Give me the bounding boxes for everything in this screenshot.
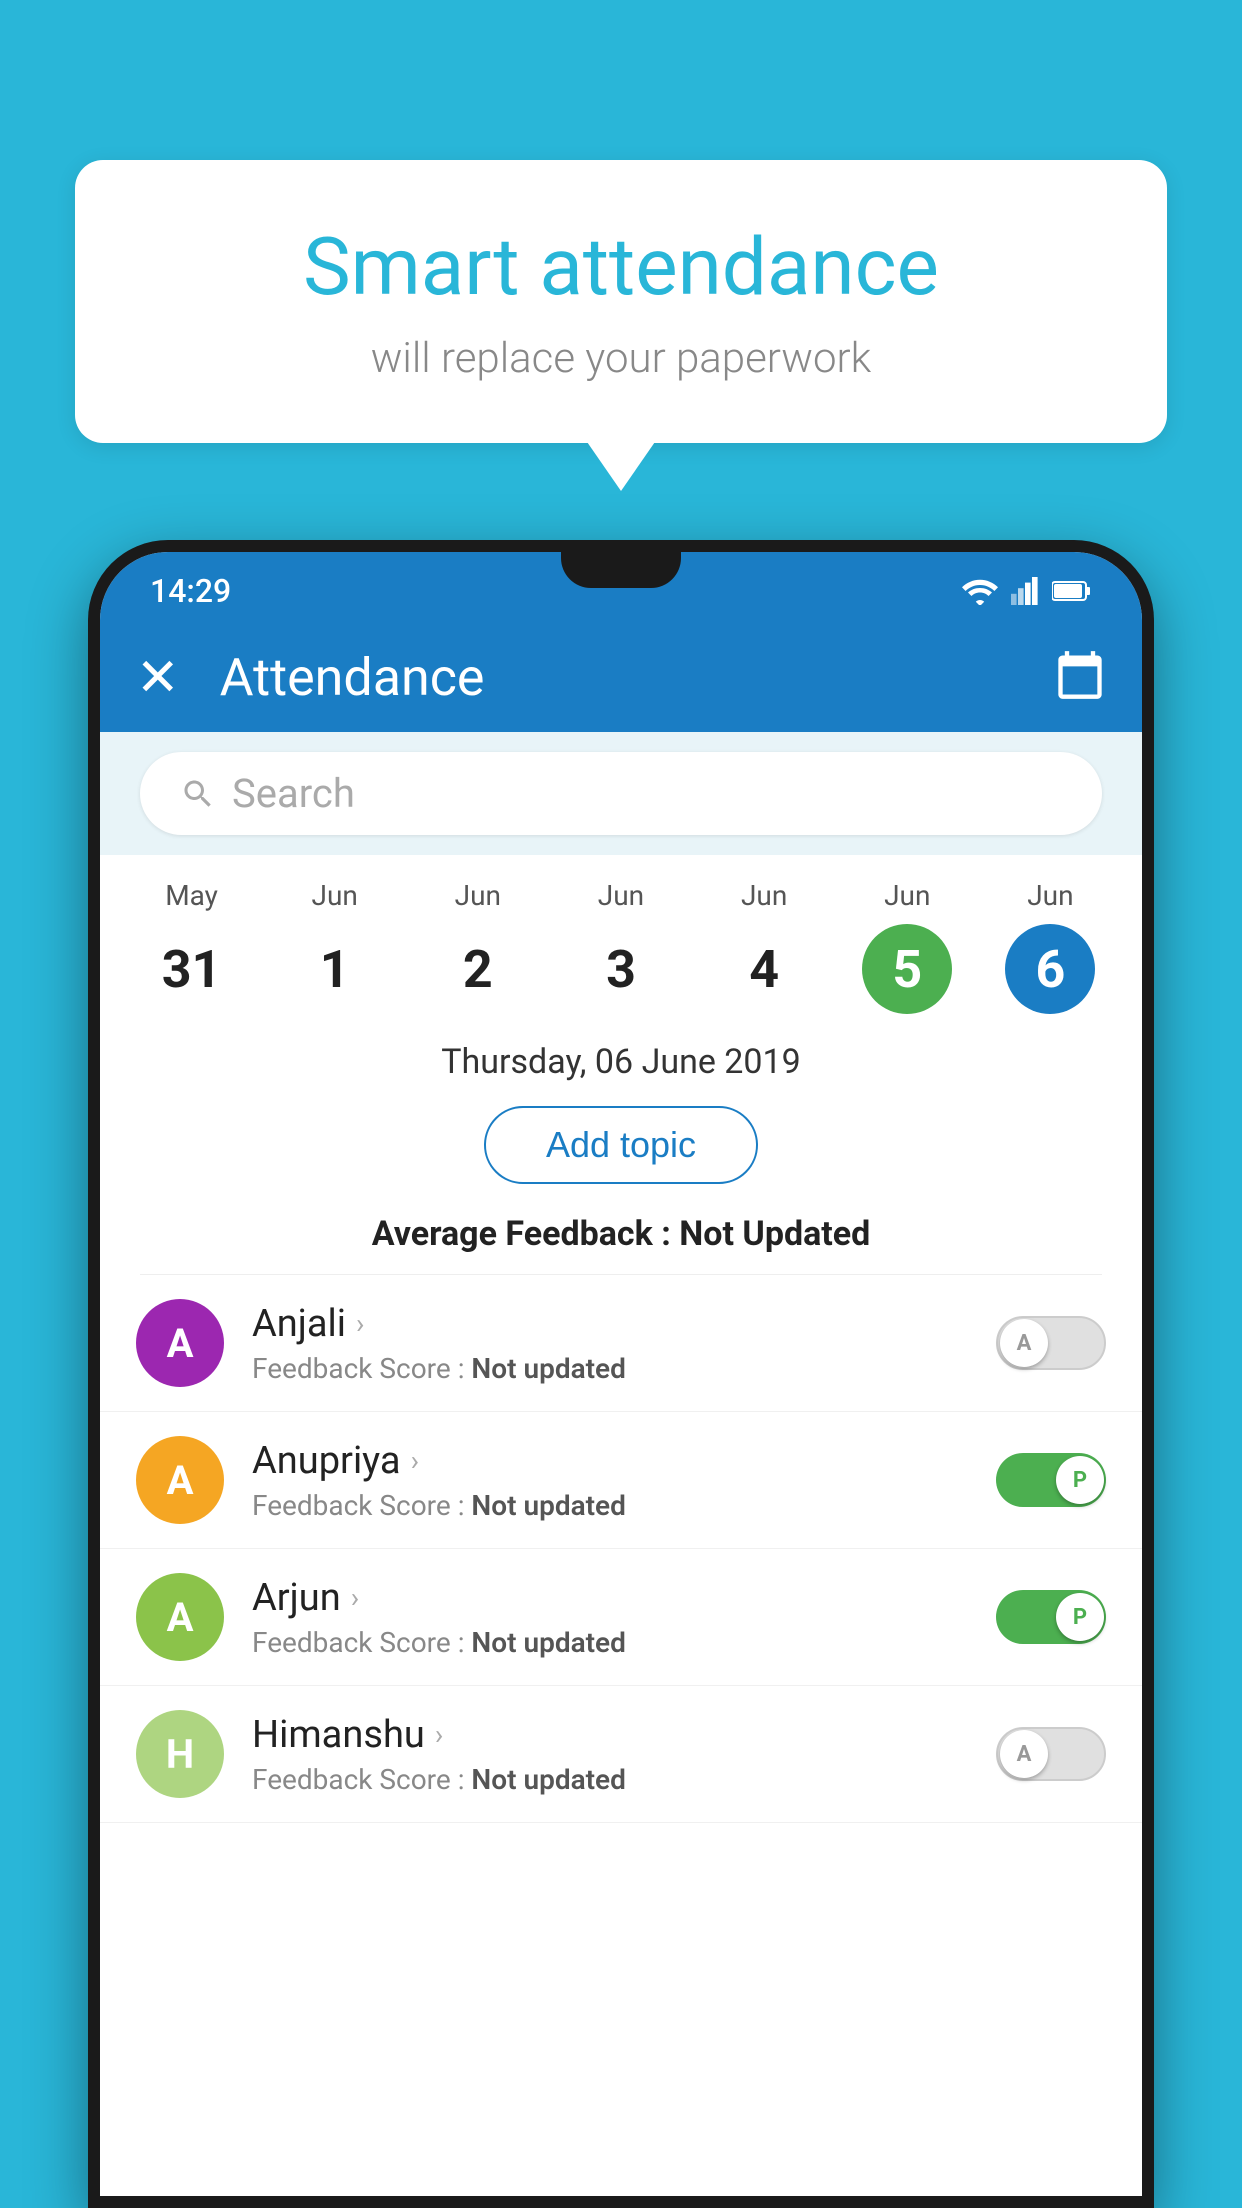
toggle-container[interactable]: P bbox=[996, 1590, 1106, 1644]
student-feedback: Feedback Score : Not updated bbox=[252, 1626, 996, 1659]
student-feedback: Feedback Score : Not updated bbox=[252, 1763, 996, 1796]
battery-icon bbox=[1052, 579, 1092, 603]
speech-bubble-subtext: will replace your paperwork bbox=[155, 334, 1087, 383]
toggle-knob: P bbox=[1056, 1456, 1104, 1504]
toggle-knob: A bbox=[1000, 1730, 1048, 1778]
feedback-value: Not updated bbox=[471, 1489, 625, 1522]
student-feedback: Feedback Score : Not updated bbox=[252, 1489, 996, 1522]
add-topic-button[interactable]: Add topic bbox=[484, 1106, 758, 1184]
calendar-section: May 31 Jun 1 Jun 2 Jun 3 Jun 4 Jun 5 Jun 6 bbox=[100, 855, 1142, 1024]
app-bar-title: Attendance bbox=[220, 647, 485, 708]
student-avatar: A bbox=[136, 1573, 224, 1661]
feedback-value: Not updated bbox=[471, 1763, 625, 1796]
student-name: Anupriya › bbox=[252, 1439, 996, 1483]
student-name: Anjali › bbox=[252, 1302, 996, 1346]
app-bar: ✕ Attendance bbox=[100, 622, 1142, 732]
phone-notch bbox=[561, 552, 681, 588]
search-container: Search bbox=[100, 732, 1142, 855]
toggle-container[interactable]: A bbox=[996, 1316, 1106, 1370]
calendar-day[interactable]: Jun 3 bbox=[576, 879, 666, 1014]
selected-date: Thursday, 06 June 2019 bbox=[100, 1024, 1142, 1092]
attendance-toggle[interactable]: P bbox=[996, 1453, 1106, 1507]
signal-icon bbox=[1010, 577, 1040, 605]
feedback-value: Not updated bbox=[471, 1352, 625, 1385]
avg-feedback-label: Average Feedback : bbox=[372, 1214, 680, 1254]
calendar-day[interactable]: Jun 6 bbox=[1005, 879, 1095, 1014]
chevron-icon: › bbox=[435, 1718, 443, 1751]
day-number: 3 bbox=[576, 924, 666, 1014]
student-avatar: A bbox=[136, 1299, 224, 1387]
day-month-label: Jun bbox=[455, 879, 501, 912]
day-month-label: Jun bbox=[741, 879, 787, 912]
student-name: Arjun › bbox=[252, 1576, 996, 1620]
student-info: Anupriya › Feedback Score : Not updated bbox=[252, 1439, 996, 1522]
avg-feedback-value: Not Updated bbox=[679, 1214, 870, 1254]
phone-frame: 14:29 bbox=[88, 540, 1154, 2208]
calendar-day[interactable]: Jun 5 bbox=[862, 879, 952, 1014]
attendance-toggle[interactable]: P bbox=[996, 1590, 1106, 1644]
toggle-knob: A bbox=[1000, 1319, 1048, 1367]
chevron-icon: › bbox=[356, 1307, 364, 1340]
toggle-container[interactable]: A bbox=[996, 1727, 1106, 1781]
student-avatar: A bbox=[136, 1436, 224, 1524]
day-number: 5 bbox=[862, 924, 952, 1014]
status-icons bbox=[962, 577, 1092, 605]
student-info: Himanshu › Feedback Score : Not updated bbox=[252, 1713, 996, 1796]
app-bar-left: ✕ Attendance bbox=[136, 647, 485, 708]
student-avatar: H bbox=[136, 1710, 224, 1798]
speech-bubble: Smart attendance will replace your paper… bbox=[75, 160, 1167, 443]
phone-inner: 14:29 bbox=[100, 552, 1142, 2196]
day-month-label: May bbox=[165, 879, 218, 912]
close-button[interactable]: ✕ bbox=[136, 647, 180, 708]
attendance-toggle[interactable]: A bbox=[996, 1316, 1106, 1370]
day-month-label: Jun bbox=[598, 879, 644, 912]
student-info: Anjali › Feedback Score : Not updated bbox=[252, 1302, 996, 1385]
status-time: 14:29 bbox=[150, 572, 231, 610]
student-feedback: Feedback Score : Not updated bbox=[252, 1352, 996, 1385]
day-number: 4 bbox=[719, 924, 809, 1014]
calendar-button[interactable] bbox=[1054, 649, 1106, 705]
student-item[interactable]: H Himanshu › Feedback Score : Not updatedA bbox=[100, 1686, 1142, 1823]
search-icon bbox=[180, 776, 216, 812]
day-month-label: Jun bbox=[884, 879, 930, 912]
calendar-icon bbox=[1054, 649, 1106, 701]
day-number: 2 bbox=[433, 924, 523, 1014]
avg-feedback: Average Feedback : Not Updated bbox=[100, 1204, 1142, 1274]
chevron-icon: › bbox=[351, 1581, 359, 1614]
feedback-value: Not updated bbox=[471, 1626, 625, 1659]
student-item[interactable]: AAnjali ›Feedback Score : Not updatedA bbox=[100, 1275, 1142, 1412]
student-item[interactable]: A Anupriya › Feedback Score : Not updated P bbox=[100, 1412, 1142, 1549]
day-month-label: Jun bbox=[312, 879, 358, 912]
chevron-icon: › bbox=[411, 1444, 419, 1477]
day-month-label: Jun bbox=[1027, 879, 1073, 912]
student-info: Arjun › Feedback Score : Not updated bbox=[252, 1576, 996, 1659]
day-number: 31 bbox=[147, 924, 237, 1014]
day-number: 1 bbox=[290, 924, 380, 1014]
day-number: 6 bbox=[1005, 924, 1095, 1014]
attendance-toggle[interactable]: A bbox=[996, 1727, 1106, 1781]
calendar-day[interactable]: Jun 4 bbox=[719, 879, 809, 1014]
student-item[interactable]: A Arjun › Feedback Score : Not updated P bbox=[100, 1549, 1142, 1686]
student-list: AAnjali ›Feedback Score : Not updatedAAA… bbox=[100, 1275, 1142, 1823]
student-name: Himanshu › bbox=[252, 1713, 996, 1757]
speech-bubble-container: Smart attendance will replace your paper… bbox=[75, 160, 1167, 443]
wifi-icon bbox=[962, 577, 998, 605]
search-placeholder: Search bbox=[232, 770, 355, 817]
search-bar[interactable]: Search bbox=[140, 752, 1102, 835]
toggle-container[interactable]: P bbox=[996, 1453, 1106, 1507]
add-topic-container: Add topic bbox=[100, 1092, 1142, 1204]
calendar-day[interactable]: Jun 2 bbox=[433, 879, 523, 1014]
calendar-row: May 31 Jun 1 Jun 2 Jun 3 Jun 4 Jun 5 Jun 6 bbox=[120, 879, 1122, 1014]
speech-bubble-heading: Smart attendance bbox=[155, 220, 1087, 314]
toggle-knob: P bbox=[1056, 1593, 1104, 1641]
calendar-day[interactable]: Jun 1 bbox=[290, 879, 380, 1014]
calendar-day[interactable]: May 31 bbox=[147, 879, 237, 1014]
